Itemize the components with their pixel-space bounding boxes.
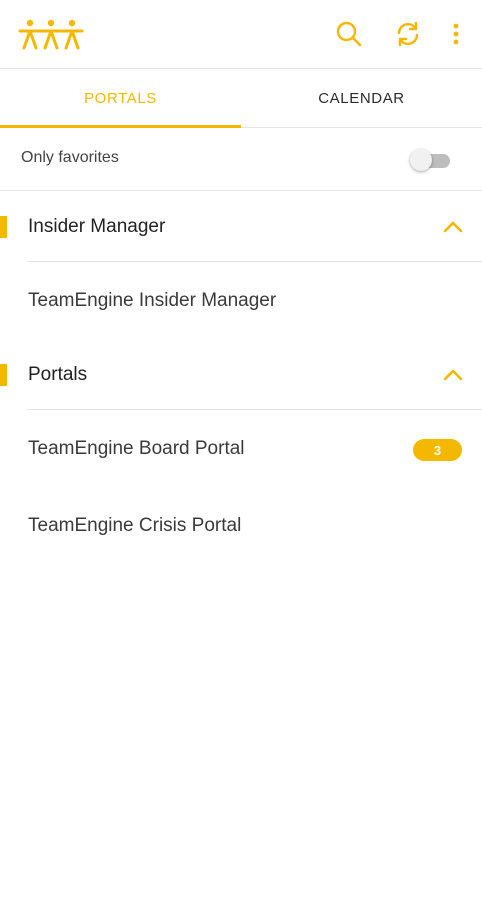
section-header-portals[interactable]: Portals xyxy=(0,340,482,410)
chevron-up-icon xyxy=(443,369,463,381)
section-accent-bar xyxy=(0,216,7,238)
list-item-teamengine-crisis-portal[interactable]: TeamEngine Crisis Portal xyxy=(0,492,482,562)
section-title: Portals xyxy=(28,364,88,385)
list-item-label: TeamEngine Insider Manager xyxy=(28,290,277,311)
only-favorites-toggle[interactable] xyxy=(408,147,452,173)
search-icon xyxy=(336,21,362,47)
tab-portals[interactable]: PORTALS xyxy=(0,69,241,128)
section-accent-bar xyxy=(0,364,7,386)
section-header-insider-manager[interactable]: Insider Manager xyxy=(0,192,482,262)
more-options-button[interactable] xyxy=(442,18,470,50)
tab-bar: PORTALS CALENDAR xyxy=(0,69,482,128)
refresh-icon xyxy=(397,21,419,47)
notification-count-badge: 3 xyxy=(413,439,462,461)
more-vertical-icon xyxy=(453,23,459,45)
list-item-teamengine-insider-manager[interactable]: TeamEngine Insider Manager xyxy=(0,267,482,337)
search-button[interactable] xyxy=(333,18,365,50)
section-title: Insider Manager xyxy=(28,216,166,237)
list-item-label: TeamEngine Crisis Portal xyxy=(28,515,242,536)
teamengine-logo-icon xyxy=(18,19,84,50)
divider xyxy=(27,409,482,410)
refresh-button[interactable] xyxy=(392,18,424,50)
tab-calendar[interactable]: CALENDAR xyxy=(241,69,482,127)
only-favorites-label: Only favorites xyxy=(21,149,119,166)
app-bar xyxy=(0,0,482,69)
list-item-teamengine-board-portal[interactable]: TeamEngine Board Portal 3 xyxy=(0,415,482,485)
chevron-up-icon xyxy=(443,221,463,233)
toggle-thumb xyxy=(410,149,432,171)
list-item-label: TeamEngine Board Portal xyxy=(28,438,245,459)
divider xyxy=(27,261,482,262)
